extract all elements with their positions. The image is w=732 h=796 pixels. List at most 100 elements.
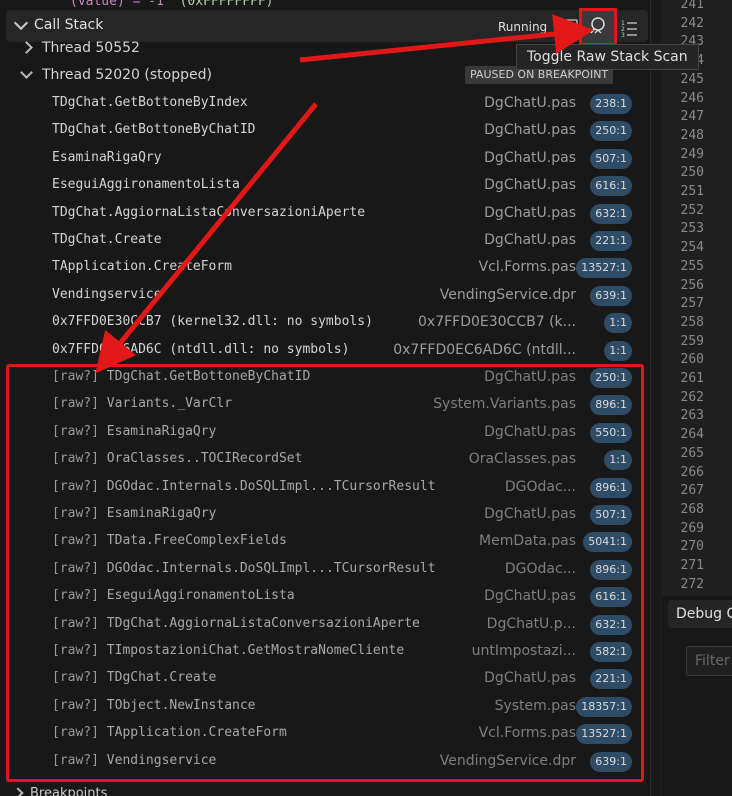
frame-function: TApplication.CreateForm bbox=[52, 259, 232, 274]
stack-frame-row[interactable]: TDgChat.AggiornaListaConversazioniAperte… bbox=[0, 200, 650, 227]
line-number: 247 bbox=[680, 109, 704, 125]
filter-input[interactable]: Filter bbox=[686, 646, 732, 676]
raw-stack-frame-row[interactable]: [raw?] EsaminaRigaQry DgChatU.pas 507:1 bbox=[0, 501, 650, 528]
raw-stack-scan-button[interactable] bbox=[579, 8, 617, 46]
chevron-right-icon[interactable] bbox=[12, 787, 24, 796]
call-stack-panel: (value) = -1 (0xFFFFFFFF) Call Stack Run… bbox=[0, 0, 650, 796]
stack-frame-row[interactable]: 0x7FFD0E30CCB7 (kernel32.dll: no symbols… bbox=[0, 309, 650, 336]
chevron-down-icon[interactable] bbox=[13, 15, 29, 31]
frame-function: [raw?] TData.FreeComplexFields bbox=[52, 533, 287, 548]
stack-frame-row[interactable]: EsaminaRigaQry DgChatU.pas 507:1 bbox=[0, 145, 650, 172]
frame-source-file[interactable]: VendingService.dpr bbox=[440, 287, 576, 303]
raw-stack-frame-row[interactable]: [raw?] TDgChat.AggiornaListaConversazion… bbox=[0, 611, 650, 638]
line-position-badge: 250:1 bbox=[590, 121, 632, 142]
raw-stack-frame-row[interactable]: [raw?] TData.FreeComplexFields MemData.pa… bbox=[0, 528, 650, 555]
frame-source-file[interactable]: OraClasses.pas bbox=[469, 451, 576, 467]
line-position-badge: 18357:1 bbox=[576, 696, 632, 717]
raw-stack-frame-row[interactable]: [raw?] TImpostazioniChat.GetMostraNomeCl… bbox=[0, 638, 650, 665]
raw-stack-frame-row[interactable]: [raw?] Variants._VarClr System.Variants.p… bbox=[0, 391, 650, 418]
list-view-icon[interactable]: 123 bbox=[618, 16, 640, 39]
line-position-badge: 1:1 bbox=[604, 313, 632, 334]
raw-tag: [raw?] bbox=[52, 369, 99, 384]
raw-tag: [raw?] bbox=[52, 697, 99, 713]
frame-source-file[interactable]: 0x7FFD0EC6AD6C (ntdll... bbox=[393, 342, 576, 358]
raw-tag: [raw?] bbox=[52, 478, 99, 494]
line-number: 267 bbox=[680, 483, 704, 499]
raw-tag: [raw?] bbox=[52, 451, 99, 467]
frame-source-file[interactable]: Vcl.Forms.pas bbox=[479, 259, 576, 275]
line-position-badge: 632:1 bbox=[590, 614, 632, 635]
code-expression: (value) = -1 bbox=[70, 0, 180, 9]
debug-console-panel: Debug C Filter bbox=[662, 596, 732, 796]
frame-function-name: EsaminaRigaQry bbox=[106, 423, 217, 439]
frame-source-file[interactable]: DgChatU.pas bbox=[484, 424, 576, 440]
debug-console-title[interactable]: Debug C bbox=[668, 600, 732, 628]
raw-stack-frame-row[interactable]: [raw?] TObject.NewInstance System.pas 1835… bbox=[0, 693, 650, 720]
stack-frame-row[interactable]: TApplication.CreateForm Vcl.Forms.pas 1352… bbox=[0, 254, 650, 281]
raw-stack-frame-row[interactable]: [raw?] TDgChat.GetBottoneByChatID DgChatU… bbox=[0, 364, 650, 391]
stack-frame-row[interactable]: 0x7FFD0EC6AD6C (ntdll.dll: no symbols) 0x… bbox=[0, 337, 650, 364]
frame-source-file[interactable]: DgChatU.p... bbox=[487, 616, 576, 632]
line-position-badge: 550:1 bbox=[590, 422, 632, 443]
line-number: 245 bbox=[680, 71, 704, 87]
frame-source-file[interactable]: DGOdac... bbox=[505, 561, 576, 577]
raw-stack-frame-row[interactable]: [raw?] DGOdac.Internals.DoSQLImpl...TCur… bbox=[0, 556, 650, 583]
breakpoints-label: Breakpoints bbox=[30, 786, 108, 796]
raw-stack-frame-row[interactable]: [raw?] Vendingservice VendingService.dpr 6… bbox=[0, 748, 650, 775]
frame-source-file[interactable]: 0x7FFD0E30CCB7 (k... bbox=[418, 314, 576, 330]
raw-stack-frame-row[interactable]: [raw?] TDgChat.Create DgChatU.pas 221:1 bbox=[0, 665, 650, 692]
raw-stack-frame-row[interactable]: [raw?] EseguiAggironamentoLista DgChatU.p… bbox=[0, 583, 650, 610]
frame-function-name: TDgChat.GetBottoneByChatID bbox=[106, 369, 311, 384]
frame-function: TDgChat.AggiornaListaConversazioniAperte bbox=[52, 205, 365, 220]
frame-function: [raw?] OraClasses..TOCIRecordSet bbox=[52, 451, 302, 466]
stack-frame-row[interactable]: TDgChat.GetBottoneByChatID DgChatU.pas 250… bbox=[0, 117, 650, 144]
stack-frame-row[interactable]: TDgChat.Create DgChatU.pas 221:1 bbox=[0, 227, 650, 254]
frame-function-name: TData.FreeComplexFields bbox=[106, 533, 287, 549]
raw-stack-frame-row[interactable]: [raw?] TApplication.CreateForm Vcl.Forms.… bbox=[0, 720, 650, 747]
frame-function-name: Vendingservice bbox=[106, 752, 217, 768]
frame-function: TDgChat.GetBottoneByIndex bbox=[52, 95, 248, 110]
frame-function-name: TApplication.CreateForm bbox=[52, 259, 233, 275]
frame-function-name: 0x7FFD0E30CCB7 (kernel32.dll: no symbols… bbox=[52, 314, 373, 330]
frame-function: [raw?] TDgChat.GetBottoneByChatID bbox=[52, 369, 310, 384]
frame-source-file[interactable]: VendingService.dpr bbox=[440, 753, 576, 769]
breakpoints-section-header[interactable]: Breakpoints bbox=[12, 786, 108, 796]
line-position-badge: 896:1 bbox=[590, 395, 632, 416]
frame-source-file[interactable]: DgChatU.pas bbox=[484, 670, 576, 686]
stack-frame-row[interactable]: TDgChat.GetBottoneByIndex DgChatU.pas 238:… bbox=[0, 90, 650, 117]
frame-function-name: Vendingservice bbox=[52, 286, 162, 302]
frame-source-file[interactable]: System.pas bbox=[495, 698, 576, 714]
raw-tag: [raw?] bbox=[52, 533, 99, 549]
raw-stack-frame-row[interactable]: [raw?] DGOdac.Internals.DoSQLImpl...TCur… bbox=[0, 474, 650, 501]
stack-frame-row[interactable]: Vendingservice VendingService.dpr 639:1 bbox=[0, 282, 650, 309]
frame-source-file[interactable]: DgChatU.pas bbox=[484, 177, 576, 193]
chevron-down-icon[interactable] bbox=[20, 66, 33, 79]
frame-source-file[interactable]: DgChatU.pas bbox=[484, 588, 576, 604]
chevron-right-icon[interactable] bbox=[20, 41, 33, 54]
frame-source-file[interactable]: DgChatU.pas bbox=[484, 506, 576, 522]
frame-source-file[interactable]: DgChatU.pas bbox=[484, 150, 576, 166]
raw-tag: [raw?] bbox=[52, 588, 99, 604]
frame-source-file[interactable]: MemData.pas bbox=[479, 533, 576, 549]
frame-source-file[interactable]: Vcl.Forms.pas bbox=[479, 725, 576, 741]
line-position-badge: 250:1 bbox=[590, 368, 632, 388]
frame-source-file[interactable]: DGOdac... bbox=[505, 479, 576, 495]
line-position-badge: 582:1 bbox=[590, 642, 632, 662]
raw-stack-frame-row[interactable]: [raw?] OraClasses..TOCIRecordSet OraClass… bbox=[0, 446, 650, 473]
frame-function-name: Variants._VarClr bbox=[106, 396, 233, 412]
frame-source-file[interactable]: DgChatU.pas bbox=[484, 95, 576, 111]
frame-source-file[interactable]: DgChatU.pas bbox=[484, 122, 576, 138]
frame-source-file[interactable]: untImpostazi... bbox=[472, 643, 576, 659]
frame-source-file[interactable]: DgChatU.pas bbox=[484, 205, 576, 221]
raw-stack-scan-icon bbox=[590, 17, 605, 34]
raw-tag: [raw?] bbox=[52, 396, 99, 412]
frame-source-file[interactable]: System.Variants.pas bbox=[433, 396, 576, 412]
frame-source-file[interactable]: DgChatU.pas bbox=[484, 232, 576, 248]
frame-function: 0x7FFD0EC6AD6C (ntdll.dll: no symbols) bbox=[52, 342, 349, 357]
frame-source-file[interactable]: DgChatU.pas bbox=[484, 369, 576, 385]
line-position-badge: 896:1 bbox=[590, 559, 632, 580]
line-number: 269 bbox=[680, 520, 704, 536]
raw-stack-frame-row[interactable]: [raw?] EsaminaRigaQry DgChatU.pas 550:1 bbox=[0, 419, 650, 446]
stack-frame-row[interactable]: EseguiAggironamentoLista DgChatU.pas 616:1 bbox=[0, 172, 650, 199]
tooltip: Toggle Raw Stack Scan bbox=[516, 44, 699, 70]
